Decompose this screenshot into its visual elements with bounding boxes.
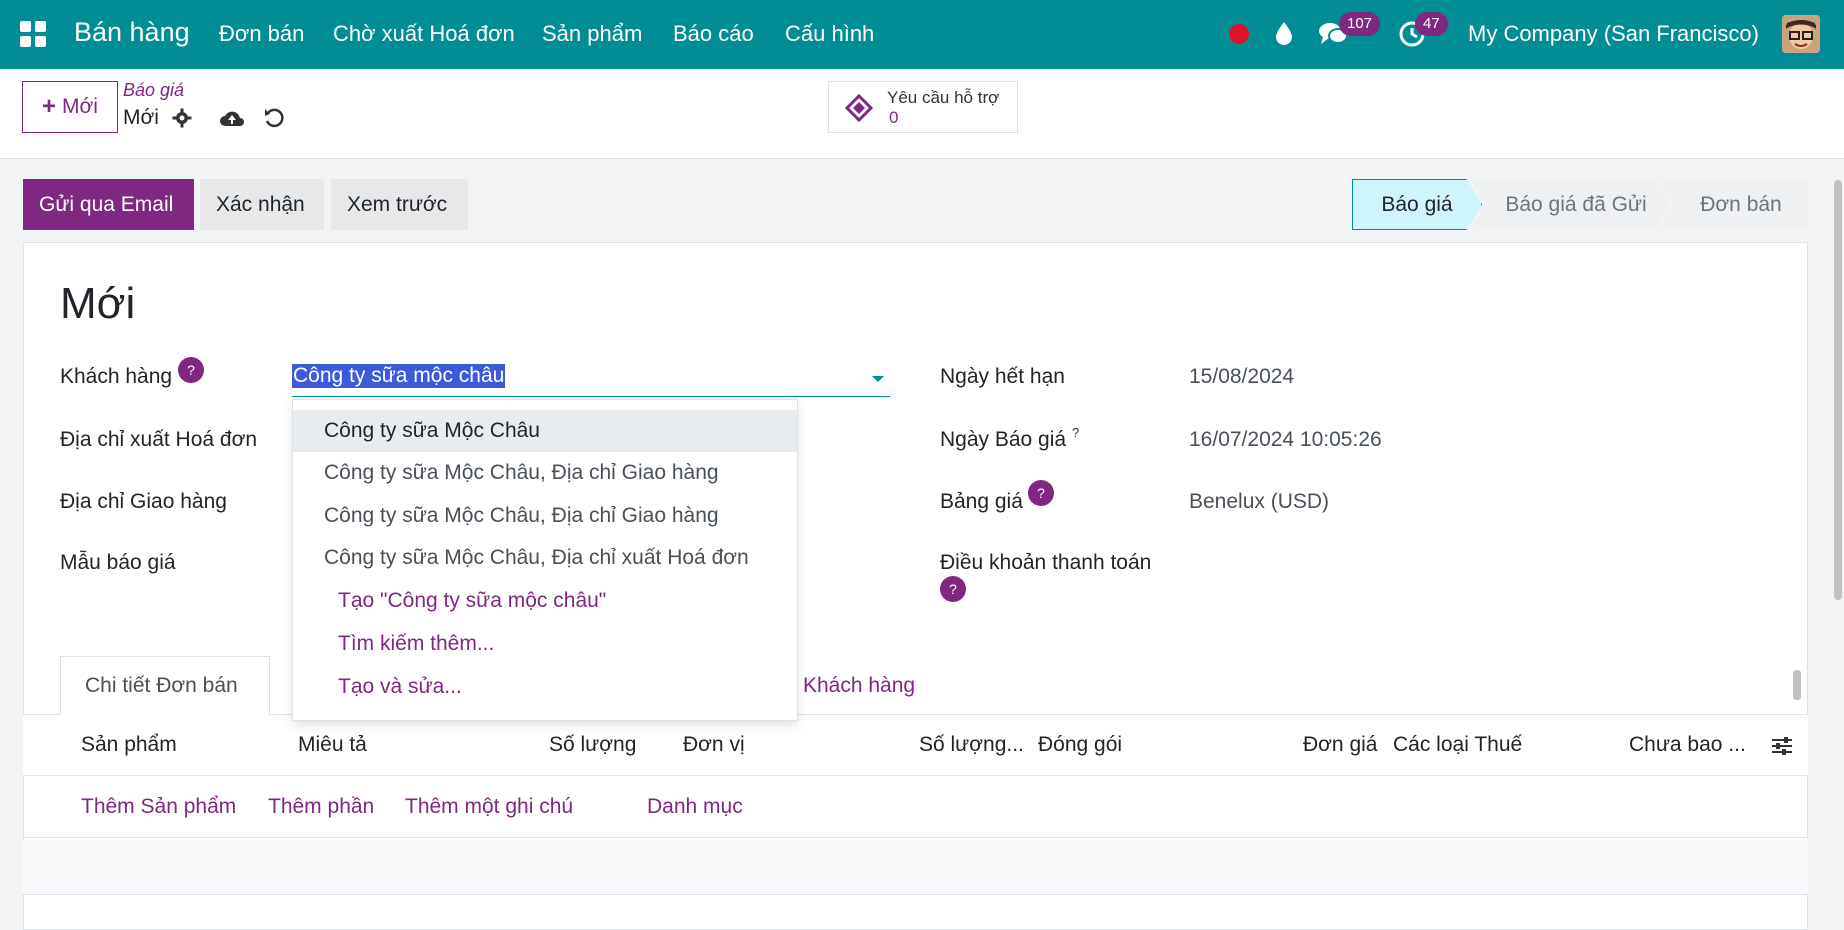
stage-quotation[interactable]: Báo giá [1352, 179, 1482, 230]
customer-input-value: Công ty sữa mộc châu [292, 364, 506, 388]
record-title: Mới [60, 279, 136, 328]
column-uom[interactable]: Đơn vị [683, 733, 745, 757]
dropdown-option[interactable]: Công ty sữa Mộc Châu, Địa chỉ Giao hàng [293, 495, 797, 537]
breadcrumb-parent[interactable]: Báo giá [123, 80, 184, 101]
status-bar: Báo giá Báo giá đã Gửi Đơn bán [1352, 179, 1808, 230]
dropdown-search-more-option[interactable]: Tìm kiếm thêm... [293, 623, 797, 665]
order-lines-header: Sản phẩm Miêu tả Số lượng Đơn vị Số lượn… [23, 715, 1808, 776]
messages-count-badge: 107 [1339, 12, 1381, 36]
gear-icon[interactable] [172, 108, 192, 128]
support-count: 0 [889, 108, 899, 127]
ticket-icon [844, 93, 874, 122]
payment-terms-label: Điều khoản thanh toán [940, 551, 1152, 574]
quote-date-field[interactable]: 16/07/2024 10:05:26 [1189, 428, 1382, 452]
add-line-row: Thêm Sản phẩm Thêm phần Thêm một ghi chú… [23, 777, 1808, 838]
pricelist-label: Bảng giá [940, 490, 1023, 513]
quote-template-label: Mẫu báo giá [60, 551, 176, 574]
plus-icon: + [42, 93, 57, 120]
tab-customer[interactable]: Khách hàng [803, 656, 915, 715]
payment-terms-help-icon[interactable]: ? [940, 576, 966, 602]
support-label: Yêu cầu hỗ trợ [887, 88, 1000, 107]
column-taxes[interactable]: Các loại Thuế [1393, 733, 1522, 757]
dropdown-option[interactable]: Công ty sữa Mộc Châu, Địa chỉ Giao hàng [293, 452, 797, 494]
control-panel: + Mới Báo giá Mới Yêu cầu hỗ trợ 0 [0, 69, 1844, 159]
menu-to-invoice[interactable]: Chờ xuất Hoá đơn [333, 21, 515, 47]
preview-button[interactable]: Xem trước [331, 179, 468, 230]
menu-reporting[interactable]: Báo cáo [673, 21, 754, 47]
quote-date-label: Ngày Báo giá [940, 428, 1067, 451]
add-product-link[interactable]: Thêm Sản phẩm [81, 795, 236, 819]
add-section-link[interactable]: Thêm phần [268, 795, 374, 819]
tab-order-lines[interactable]: Chi tiết Đơn bán [60, 656, 270, 715]
customer-help-icon[interactable]: ? [178, 357, 204, 383]
expiration-label: Ngày hết hạn [940, 365, 1065, 388]
delivery-address-label: Địa chỉ Giao hàng [60, 490, 227, 513]
top-navbar: Bán hàng Đơn bán Chờ xuất Hoá đơn Sản ph… [0, 0, 1844, 69]
breadcrumb-current: Mới [123, 106, 159, 129]
customer-input[interactable]: Công ty sữa mộc châu [292, 362, 890, 397]
user-avatar[interactable] [1782, 15, 1820, 53]
dropdown-create-edit-option[interactable]: Tạo và sửa... [293, 666, 797, 708]
column-settings-icon[interactable] [1770, 735, 1794, 757]
column-packaging-qty[interactable]: Số lượng... [919, 733, 1024, 757]
column-description[interactable]: Miêu tả [298, 733, 367, 757]
apps-grid-icon[interactable] [20, 21, 46, 47]
confirm-button[interactable]: Xác nhận [200, 179, 324, 230]
new-button-label: Mới [62, 95, 98, 118]
customer-autocomplete-dropdown: Công ty sữa Mộc Châu Công ty sữa Mộc Châ… [292, 399, 798, 721]
dropdown-option[interactable]: Công ty sữa Mộc Châu, Địa chỉ xuất Hoá đ… [293, 537, 797, 579]
invoice-address-label: Địa chỉ xuất Hoá đơn [60, 428, 258, 451]
pricelist-help-icon[interactable]: ? [1028, 480, 1054, 506]
app-name[interactable]: Bán hàng [74, 17, 190, 48]
caret-down-icon[interactable] [872, 376, 884, 382]
customer-label: Khách hàng [60, 365, 173, 388]
support-ticket-button[interactable]: Yêu cầu hỗ trợ 0 [828, 81, 1018, 133]
company-switcher[interactable]: My Company (San Francisco) [1468, 21, 1759, 47]
menu-products[interactable]: Sản phẩm [542, 21, 642, 47]
menu-sales-orders[interactable]: Đơn bán [219, 21, 304, 47]
dropdown-option[interactable]: Công ty sữa Mộc Châu [293, 410, 797, 452]
undo-icon[interactable] [263, 107, 285, 129]
stage-quotation-sent[interactable]: Báo giá đã Gửi [1470, 179, 1670, 230]
column-packaging[interactable]: Đóng gói [1038, 733, 1122, 757]
column-unit-price[interactable]: Đơn giá [1303, 733, 1377, 757]
record-icon[interactable] [1229, 24, 1249, 44]
page-scrollbar[interactable] [1832, 166, 1844, 930]
dropdown-create-option[interactable]: Tạo "Công ty sữa mộc châu" [293, 580, 797, 622]
pricelist-field[interactable]: Benelux (USD) [1189, 490, 1329, 514]
add-note-link[interactable]: Thêm một ghi chú [405, 795, 573, 819]
expiration-field[interactable]: 15/08/2024 [1189, 365, 1294, 389]
column-subtotal[interactable]: Chưa bao ... [1629, 733, 1746, 757]
column-product[interactable]: Sản phẩm [81, 733, 177, 757]
new-button[interactable]: + Mới [22, 81, 118, 133]
menu-configuration[interactable]: Cấu hình [785, 21, 874, 47]
send-email-button[interactable]: Gửi qua Email [23, 179, 194, 230]
cloud-upload-icon[interactable] [219, 107, 245, 129]
droplet-icon[interactable] [1274, 20, 1294, 46]
empty-row [23, 839, 1808, 895]
quote-date-help-mark[interactable]: ? [1072, 425, 1079, 440]
activities-count-badge: 47 [1415, 12, 1448, 36]
stage-sales-order[interactable]: Đơn bán [1658, 179, 1808, 230]
tabs-scrollbar[interactable] [1790, 656, 1804, 714]
column-quantity[interactable]: Số lượng [549, 733, 636, 757]
catalog-link[interactable]: Danh mục [647, 795, 743, 819]
